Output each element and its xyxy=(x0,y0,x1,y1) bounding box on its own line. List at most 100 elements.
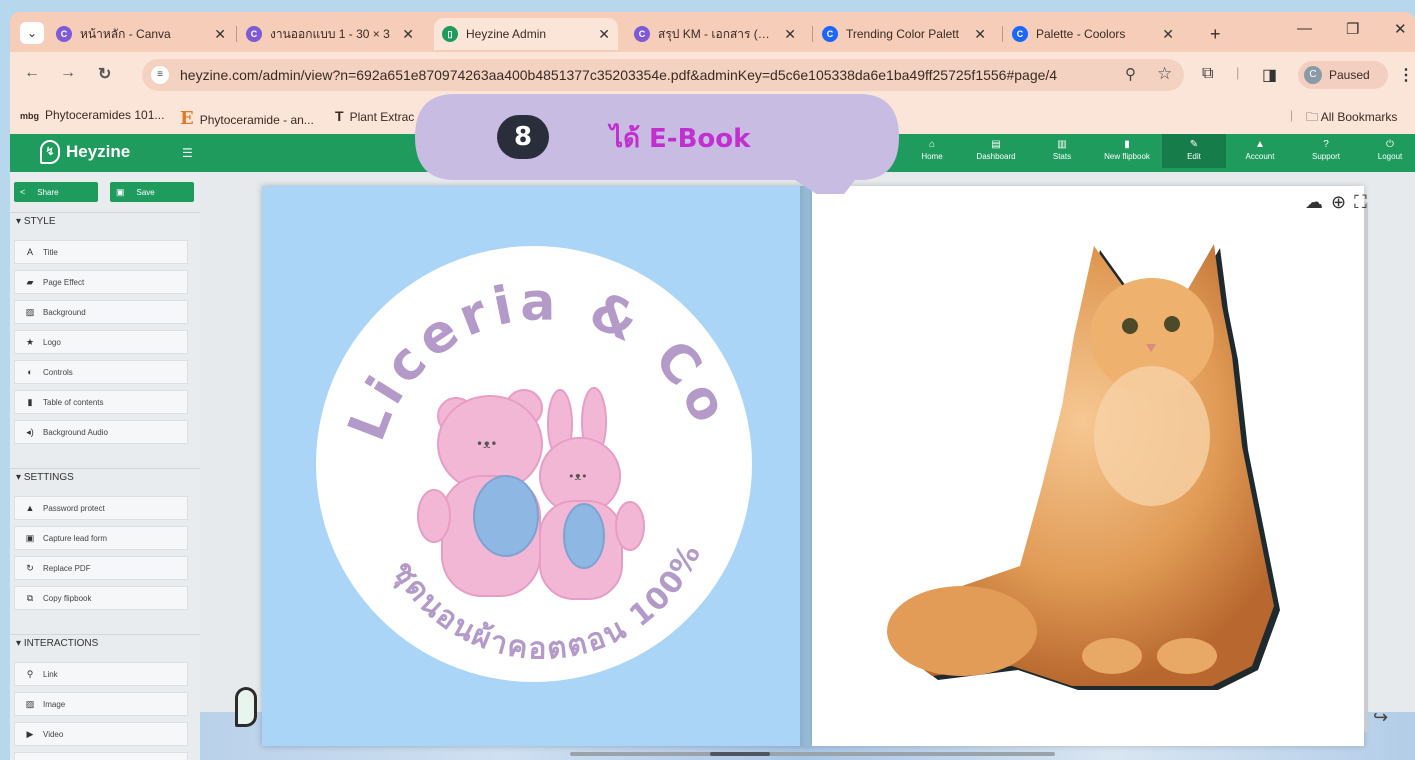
home-icon: ⌂ xyxy=(928,139,936,150)
omnibox[interactable]: ≡ heyzine.com/admin/view?n=692a651e87097… xyxy=(142,59,1184,91)
toolbar-divider: | xyxy=(1236,65,1240,80)
bookmark-label: Plant Extrac xyxy=(349,110,415,124)
menu-toggle-icon[interactable]: ☰ xyxy=(182,146,193,160)
sidebar-item-video[interactable]: ▶ Video xyxy=(14,722,188,746)
section-divider xyxy=(10,634,200,635)
site-info-icon[interactable]: ≡ xyxy=(151,66,169,84)
flipbook-page-left[interactable]: Liceria & Co. ชุดนอนผ้าคอตตอน 100% •ᴥ• xyxy=(249,172,812,746)
close-tab-icon[interactable]: ✕ xyxy=(598,26,610,43)
sidebar-item-table-of-contents[interactable]: ▮ Table of contents xyxy=(14,390,188,414)
zoom-icon[interactable]: ⚲ xyxy=(1125,65,1136,83)
sidebar-item-page-effect[interactable]: ▰ Page Effect xyxy=(14,270,188,294)
side-panel-icon[interactable]: ◨ xyxy=(1262,65,1277,85)
tab-5[interactable]: C Palette - Coolors ✕ xyxy=(1004,18,1182,50)
profile-button[interactable]: C Paused xyxy=(1298,61,1388,89)
bookmark-star-icon[interactable]: ☆ xyxy=(1157,64,1172,84)
sidebar-item-image[interactable]: ▨ Image xyxy=(14,692,188,716)
flipbook-page-right[interactable] xyxy=(812,186,1364,746)
reload-icon[interactable]: ↻ xyxy=(98,64,111,84)
all-bookmarks[interactable]: 🗀 All Bookmarks xyxy=(1306,108,1397,129)
nav-dashboard[interactable]: ▤ Dashboard xyxy=(964,138,1028,161)
url-text[interactable]: heyzine.com/admin/view?n=692a651e8709742… xyxy=(180,67,1057,83)
flipbook-stage: Liceria & Co. ชุดนอนผ้าคอตตอน 100% •ᴥ• xyxy=(200,172,1415,760)
share-button[interactable]: < Share xyxy=(14,182,98,202)
section-interactions[interactable]: ▾ INTERACTIONS xyxy=(16,638,98,649)
t-icon: T xyxy=(335,108,344,124)
close-window-icon[interactable]: ✕ xyxy=(1394,20,1407,38)
mbg-icon: mbg xyxy=(20,111,39,121)
bookmarks-divider: | xyxy=(1290,108,1294,122)
heyzine-icon: ▯ xyxy=(442,26,458,42)
nav-edit[interactable]: ✎ Edit xyxy=(1162,134,1226,168)
tab-title: งานออกแบบ 1 - 30 × 3 xyxy=(270,26,390,41)
sidebar-item-audio[interactable]: ◂)Audio xyxy=(14,752,188,760)
bookmark-item[interactable]: mbg Phytoceramides 101... xyxy=(20,108,164,122)
save-label: Save xyxy=(136,187,155,197)
sidebar-item-title[interactable]: A Title xyxy=(14,240,188,264)
sidebar-item-logo[interactable]: ★ Logo xyxy=(14,330,188,354)
bookmark-item[interactable]: E Phytoceramide - an... xyxy=(180,108,314,129)
close-tab-icon[interactable]: ✕ xyxy=(1162,26,1174,43)
tab-2[interactable]: ▯ Heyzine Admin ✕ xyxy=(434,18,618,50)
background-icon: ▨ xyxy=(25,306,35,317)
tab-search-button[interactable]: ⌄ xyxy=(20,22,44,44)
close-tab-icon[interactable]: ✕ xyxy=(402,26,414,43)
nav-home[interactable]: ⌂ Home xyxy=(900,138,964,161)
page-scrollbar[interactable] xyxy=(1364,202,1368,732)
sidebar-item-replace-pdf[interactable]: ↻ Replace PDF xyxy=(14,556,188,580)
sidebar-item-copy-flipbook[interactable]: ⧉ Copy flipbook xyxy=(14,586,188,610)
fullscreen-icon[interactable]: ⛶ xyxy=(1354,192,1375,212)
heyzine-logo[interactable]: ↯ Heyzine xyxy=(40,140,130,164)
menu-kebab-icon[interactable]: ⋮ xyxy=(1398,65,1414,85)
star-icon: ★ xyxy=(25,336,35,347)
svg-text:•ᴥ•: •ᴥ• xyxy=(568,470,588,483)
section-divider xyxy=(10,212,200,213)
tab-4[interactable]: C Trending Color Palett ✕ xyxy=(814,18,994,50)
tab-3[interactable]: C สรุป KM - เอกสาร (A4) ✕ xyxy=(626,18,804,50)
sidebar-item-background-audio[interactable]: ◂) Background Audio xyxy=(14,420,188,444)
horizontal-scrollbar[interactable] xyxy=(570,752,1055,756)
sidebar-item-password-protect[interactable]: ▲ Password protect xyxy=(14,496,188,520)
nav-logout[interactable]: ⏻ Logout xyxy=(1358,138,1415,161)
folder-icon: 🗀 xyxy=(1306,110,1319,124)
download-cloud-icon[interactable]: ☁ xyxy=(1305,192,1331,212)
back-icon[interactable]: ← xyxy=(24,64,40,82)
sidebar-item-label: Background Audio xyxy=(43,427,108,437)
section-style[interactable]: ▾ STYLE xyxy=(16,216,56,227)
dashboard-icon: ▤ xyxy=(991,139,1001,150)
close-tab-icon[interactable]: ✕ xyxy=(214,26,226,43)
coolors-icon: C xyxy=(1012,26,1028,42)
caret-down-icon: ▾ xyxy=(16,638,24,649)
close-tab-icon[interactable]: ✕ xyxy=(784,26,796,43)
avatar: C xyxy=(1304,66,1322,84)
nav-stats[interactable]: ▥ Stats xyxy=(1030,138,1094,161)
share-arrow-icon[interactable]: ↪ xyxy=(1373,707,1388,728)
sidebar-item-capture-lead-form[interactable]: ▣ Capture lead form xyxy=(14,526,188,550)
minimize-icon[interactable]: — xyxy=(1297,20,1312,37)
sidebar-item-link[interactable]: ⚲ Link xyxy=(14,662,188,686)
save-button[interactable]: ▣ Save xyxy=(110,182,194,202)
close-tab-icon[interactable]: ✕ xyxy=(974,26,986,43)
stats-icon: ▥ xyxy=(1057,139,1067,150)
section-settings[interactable]: ▾ SETTINGS xyxy=(16,472,74,483)
restore-icon[interactable]: ❐ xyxy=(1346,20,1359,38)
nav-label: Home xyxy=(921,152,943,161)
forward-icon[interactable]: → xyxy=(60,64,76,82)
sidebar-item-background[interactable]: ▨ Background xyxy=(14,300,188,324)
nav-new-flipbook[interactable]: ▮ New flipbook xyxy=(1095,138,1159,161)
tab-1[interactable]: C งานออกแบบ 1 - 30 × 3 ✕ xyxy=(238,18,422,50)
bookmark-label: Phytoceramide - an... xyxy=(199,113,314,127)
heyzine-watermark-icon xyxy=(235,687,257,727)
section-divider xyxy=(10,468,200,469)
nav-label: Edit xyxy=(1187,152,1201,161)
tab-0[interactable]: C หน้าหลัก - Canva ✕ xyxy=(48,18,234,50)
bookmark-item[interactable]: T Plant Extrac xyxy=(335,108,414,124)
nav-support[interactable]: ? Support xyxy=(1294,138,1358,161)
new-tab-button[interactable]: + xyxy=(1202,18,1229,50)
nav-account[interactable]: ▲ Account xyxy=(1228,138,1292,161)
canva-icon: C xyxy=(56,26,72,42)
scroll-thumb[interactable] xyxy=(710,752,770,756)
extensions-icon[interactable]: ⧉ xyxy=(1202,65,1213,83)
sidebar-item-controls[interactable]: ◐ Controls xyxy=(14,360,188,384)
zoom-in-icon[interactable]: ⊕ xyxy=(1331,192,1354,212)
